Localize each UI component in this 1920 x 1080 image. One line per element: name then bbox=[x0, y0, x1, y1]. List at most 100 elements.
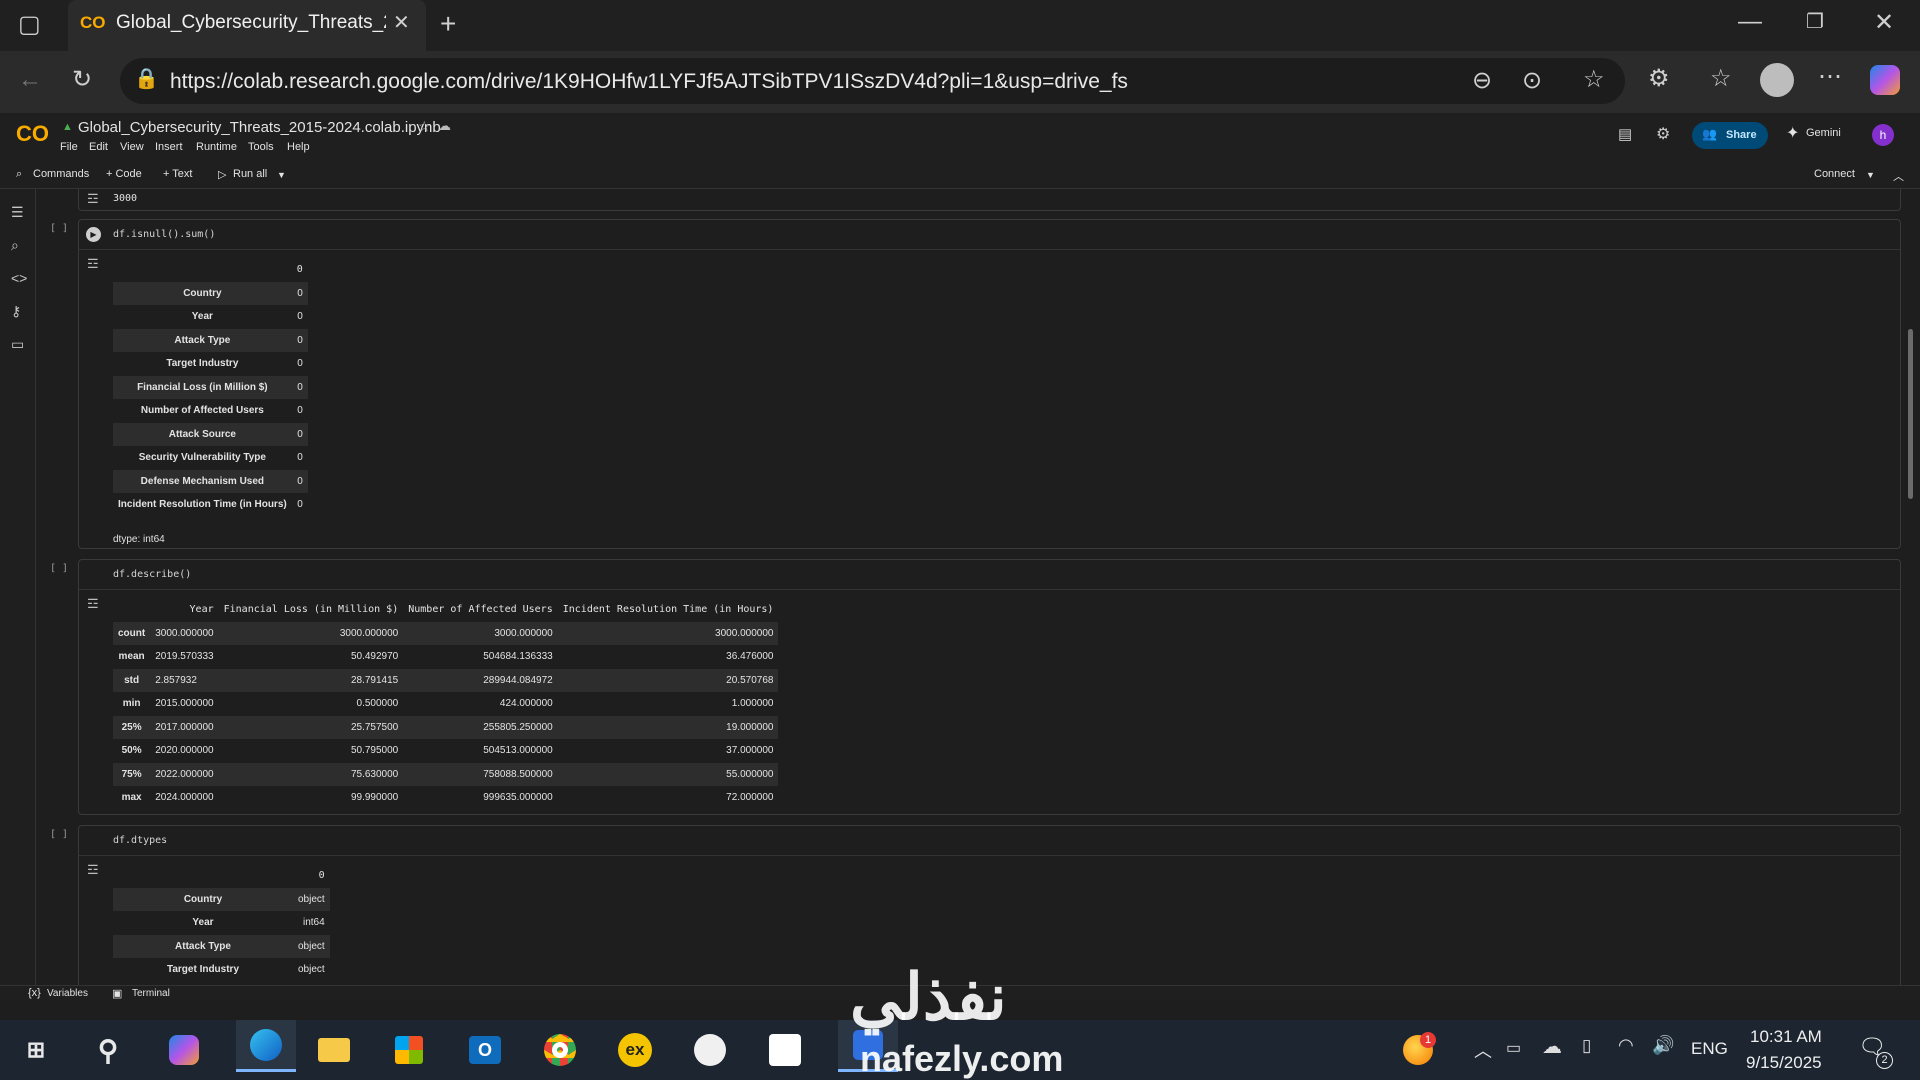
stat-value: 36.476000 bbox=[726, 651, 774, 663]
copilot-icon[interactable] bbox=[162, 1028, 206, 1072]
lock-icon: 🔒 bbox=[134, 68, 159, 90]
output-actions-icon[interactable]: ☲ bbox=[87, 191, 99, 207]
cell-code[interactable]: df.describe() bbox=[113, 569, 191, 580]
connect-button[interactable]: Connect bbox=[1814, 168, 1855, 180]
menu-file[interactable]: File bbox=[60, 141, 78, 153]
favorites-icon[interactable]: ☆ bbox=[1710, 67, 1732, 91]
variables-icon[interactable]: {x} bbox=[28, 987, 41, 999]
ex-app-icon[interactable]: ex bbox=[613, 1028, 657, 1072]
stat-value: 3000.000000 bbox=[339, 627, 399, 639]
share-people-icon: 👥 bbox=[1702, 127, 1717, 141]
cell-editor[interactable]: df.dtypes bbox=[79, 826, 1900, 856]
address-bar[interactable]: 🔒 https://colab.research.google.com/driv… bbox=[120, 58, 1625, 104]
menu-edit[interactable]: Edit bbox=[89, 141, 108, 153]
zoom-out-icon[interactable]: ⊖ bbox=[1472, 69, 1492, 93]
app-icon[interactable] bbox=[763, 1028, 807, 1072]
collapse-header-icon[interactable]: ︿ bbox=[1893, 168, 1904, 184]
output-actions-icon[interactable]: ☲ bbox=[87, 256, 99, 272]
profile-avatar-icon[interactable] bbox=[1760, 63, 1794, 97]
code-snippets-icon[interactable]: <> bbox=[11, 270, 27, 286]
user-avatar[interactable]: h bbox=[1872, 124, 1894, 146]
store-icon[interactable] bbox=[387, 1028, 431, 1072]
code-cell-isnull[interactable]: ▶ df.isnull().sum() ☲ 0 Country 0 Year 0 Att… bbox=[78, 219, 1901, 549]
colab-logo[interactable]: CO bbox=[16, 121, 49, 147]
table-row: 75% 2022.000000 75.630000 758088.500000 55.0… bbox=[113, 762, 779, 786]
device-icon[interactable]: ▯ bbox=[1582, 1036, 1591, 1056]
settings-gear-icon[interactable]: ⚙ bbox=[1656, 124, 1670, 144]
chrome-icon[interactable] bbox=[538, 1028, 582, 1072]
refresh-icon[interactable]: ↻ bbox=[72, 68, 92, 92]
stat-label: std bbox=[124, 674, 140, 686]
menu-tools[interactable]: Tools bbox=[248, 141, 274, 153]
cell-code[interactable]: df.isnull().sum() bbox=[113, 229, 215, 240]
cloud-icon[interactable]: ☁ bbox=[438, 118, 451, 134]
find-replace-icon[interactable]: ⌕ bbox=[11, 237, 19, 254]
run-all-button[interactable]: Run all bbox=[233, 168, 267, 180]
extensions-icon[interactable]: ⚙ bbox=[1648, 67, 1670, 91]
tab-actions-icon[interactable]: ▢ bbox=[18, 13, 41, 37]
menu-insert[interactable]: Insert bbox=[155, 141, 183, 153]
more-icon[interactable]: ⋯ bbox=[1818, 65, 1842, 89]
battery-icon[interactable]: ▭ bbox=[1506, 1038, 1521, 1058]
menu-help[interactable]: Help bbox=[287, 141, 310, 153]
wifi-icon[interactable]: ◠ bbox=[1618, 1035, 1634, 1056]
commands-button[interactable]: Commands bbox=[33, 168, 89, 180]
cell-editor[interactable]: ▶ df.isnull().sum() bbox=[79, 220, 1900, 250]
connect-dropdown-icon[interactable]: ▼ bbox=[1866, 170, 1875, 180]
cell-editor[interactable]: df.describe() bbox=[79, 560, 1900, 590]
row-value: 0 bbox=[297, 311, 303, 323]
close-tab-icon[interactable]: ✕ bbox=[393, 13, 410, 33]
edge-icon[interactable] bbox=[236, 1020, 296, 1072]
outlook-icon[interactable]: O bbox=[463, 1028, 507, 1072]
secrets-key-icon[interactable]: ⚷ bbox=[11, 303, 21, 320]
favorite-star-icon[interactable]: ☆ bbox=[1583, 68, 1605, 92]
comments-icon[interactable]: ▤ bbox=[1618, 125, 1632, 143]
column-header: Number of Affected Users bbox=[408, 604, 553, 616]
github-icon[interactable] bbox=[688, 1028, 732, 1072]
share-button[interactable]: 👥 Share bbox=[1692, 122, 1768, 149]
reading-icon[interactable]: ⊙ bbox=[1522, 69, 1542, 93]
clock-time[interactable]: 10:31 AM bbox=[1750, 1027, 1822, 1047]
add-code-button[interactable]: + Code bbox=[106, 168, 142, 180]
table-of-contents-icon[interactable]: ☰ bbox=[11, 204, 24, 221]
files-folder-icon[interactable]: ▭ bbox=[11, 336, 24, 353]
new-tab-icon[interactable]: + bbox=[440, 10, 456, 38]
run-all-play-icon[interactable]: ▷ bbox=[218, 168, 226, 181]
cell-code[interactable]: df.dtypes bbox=[113, 835, 167, 846]
volume-icon[interactable]: 🔊 bbox=[1652, 1035, 1674, 1056]
copilot-browser-icon[interactable] bbox=[1870, 65, 1900, 95]
add-text-button[interactable]: + Text bbox=[163, 168, 192, 180]
code-cell-describe[interactable]: df.describe() ☲ Year Financial Loss (in M… bbox=[78, 559, 1901, 815]
terminal-button[interactable]: Terminal bbox=[132, 988, 170, 999]
star-icon[interactable]: ☆ bbox=[418, 118, 431, 135]
gemini-label[interactable]: Gemini bbox=[1806, 127, 1841, 139]
onedrive-cloud-icon[interactable]: ☁ bbox=[1542, 1034, 1562, 1059]
gemini-sparkle-icon[interactable]: ✦ bbox=[1786, 123, 1799, 143]
file-explorer-icon[interactable] bbox=[312, 1028, 356, 1072]
search-icon[interactable]: ⚲ bbox=[86, 1028, 130, 1072]
commands-search-icon[interactable]: ⌕ bbox=[16, 168, 22, 181]
variables-button[interactable]: Variables bbox=[47, 988, 88, 999]
tray-chevron-icon[interactable]: ︿ bbox=[1474, 1037, 1492, 1063]
notification-badge: 1 bbox=[1420, 1032, 1436, 1048]
back-icon[interactable]: ← bbox=[18, 68, 42, 92]
table-row: max 2024.000000 99.990000 999635.000000 72.0… bbox=[113, 786, 778, 810]
run-cell-icon[interactable]: ▶ bbox=[86, 227, 101, 242]
stat-label: count bbox=[118, 627, 146, 639]
terminal-icon[interactable]: ▣ bbox=[112, 987, 122, 1000]
browser-tab-active[interactable]: CO Global_Cybersecurity_Threats_2015-202… bbox=[68, 0, 426, 51]
url-text[interactable]: https://colab.research.google.com/drive/… bbox=[170, 70, 1128, 94]
run-all-dropdown-icon[interactable]: ▼ bbox=[277, 170, 286, 180]
output-actions-icon[interactable]: ☲ bbox=[87, 596, 99, 612]
menu-runtime[interactable]: Runtime bbox=[196, 141, 237, 153]
start-icon[interactable]: ⊞ bbox=[14, 1028, 58, 1072]
restore-icon[interactable]: ❐ bbox=[1806, 12, 1824, 32]
close-window-icon[interactable]: ✕ bbox=[1874, 11, 1894, 35]
output-actions-icon[interactable]: ☲ bbox=[87, 862, 99, 878]
notebook-title[interactable]: Global_Cybersecurity_Threats_2015-2024.c… bbox=[78, 119, 441, 136]
language-indicator[interactable]: ENG bbox=[1691, 1039, 1728, 1059]
minimize-icon[interactable]: — bbox=[1738, 10, 1762, 34]
clock-date[interactable]: 9/15/2025 bbox=[1746, 1053, 1822, 1073]
notebook-scrollbar[interactable] bbox=[1908, 329, 1913, 499]
menu-view[interactable]: View bbox=[120, 141, 144, 153]
